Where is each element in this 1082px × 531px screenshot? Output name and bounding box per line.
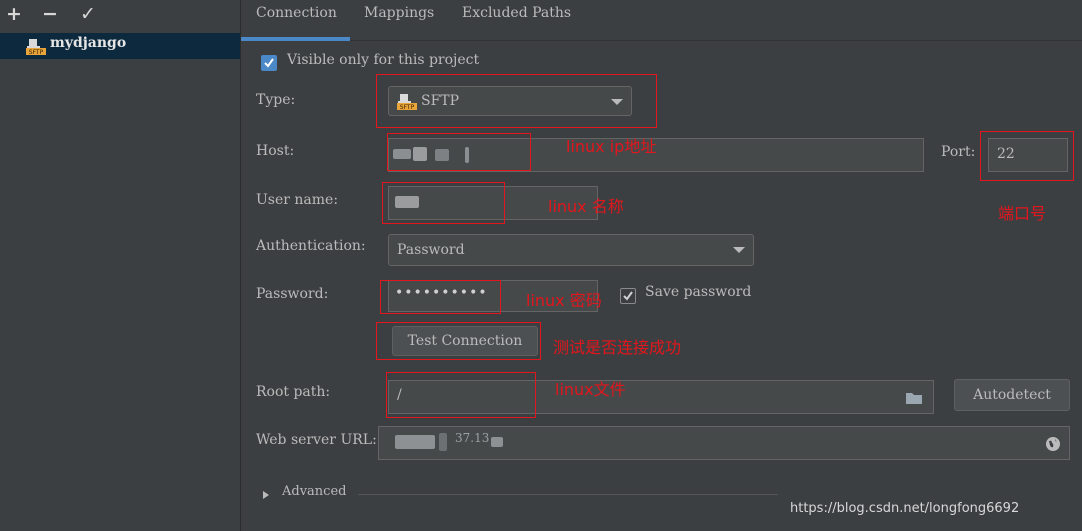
- port-input[interactable]: 22: [988, 138, 1068, 172]
- tab-mappings[interactable]: Mappings: [364, 5, 434, 35]
- blurred-url-part: [439, 433, 447, 451]
- port-label: Port:: [941, 144, 976, 160]
- annotation-port: 端口号: [998, 204, 1047, 223]
- type-value: SFTP: [421, 93, 460, 109]
- visible-only-checkbox[interactable]: [261, 55, 277, 71]
- authentication-value: Password: [397, 242, 465, 258]
- host-label: Host:: [256, 143, 295, 159]
- expand-arrow-icon[interactable]: [262, 490, 270, 500]
- advanced-divider: [358, 494, 778, 495]
- apply-button[interactable]: ✓: [76, 2, 100, 26]
- remove-server-button[interactable]: −: [38, 2, 62, 26]
- annotation-host: linux ip地址: [566, 137, 657, 156]
- svg-text:SFTP: SFTP: [29, 49, 44, 55]
- server-toolbar: + − ✓: [0, 0, 240, 30]
- svg-text:SFTP: SFTP: [400, 104, 415, 110]
- chevron-down-icon: [733, 247, 745, 253]
- root-path-label: Root path:: [256, 384, 331, 400]
- password-value: ••••••••••: [395, 285, 488, 301]
- add-server-button[interactable]: +: [2, 2, 26, 26]
- test-connection-button[interactable]: Test Connection: [392, 326, 538, 356]
- blurred-url-part: [491, 437, 503, 447]
- advanced-section-toggle[interactable]: Advanced: [282, 484, 346, 499]
- autodetect-button[interactable]: Autodetect: [954, 379, 1070, 411]
- save-password-checkbox[interactable]: [620, 288, 636, 304]
- watermark: https://blog.csdn.net/longfong6692: [790, 501, 1020, 516]
- blurred-host-part: [413, 147, 427, 161]
- chevron-down-icon: [611, 99, 623, 105]
- globe-icon[interactable]: [1045, 436, 1061, 452]
- blurred-host-part: [465, 147, 469, 163]
- authentication-combobox[interactable]: Password: [388, 234, 754, 266]
- blurred-url: [395, 435, 435, 449]
- annotation-username: linux 名称: [548, 197, 624, 216]
- root-path-value: /: [397, 387, 402, 403]
- save-password-label: Save password: [645, 284, 752, 300]
- web-server-url-input[interactable]: 37.13: [378, 426, 1070, 460]
- annotation-password: linux 密码: [526, 291, 602, 310]
- url-fragment: 37.13: [455, 431, 490, 445]
- visible-only-label: Visible only for this project: [287, 52, 480, 68]
- checkmark-icon: [264, 58, 274, 68]
- checkmark-icon: [623, 291, 633, 301]
- server-list-panel: [0, 0, 241, 531]
- server-name: mydjango: [50, 35, 127, 51]
- blurred-host: [393, 149, 411, 159]
- sftp-icon: SFTP: [397, 94, 417, 110]
- web-server-url-label: Web server URL:: [256, 432, 377, 448]
- active-tab-indicator: [241, 37, 350, 41]
- type-combobox[interactable]: SFTP SFTP: [388, 86, 632, 116]
- type-label: Type:: [256, 92, 296, 108]
- username-label: User name:: [256, 192, 339, 208]
- tab-excluded-paths[interactable]: Excluded Paths: [462, 5, 571, 35]
- folder-icon[interactable]: [905, 391, 923, 405]
- annotation-test: 测试是否连接成功: [553, 338, 682, 357]
- sftp-server-icon: SFTP: [26, 39, 46, 55]
- authentication-label: Authentication:: [256, 238, 366, 254]
- tab-connection[interactable]: Connection: [256, 5, 337, 35]
- blurred-username: [395, 196, 419, 208]
- root-path-input[interactable]: /: [388, 380, 934, 414]
- password-label: Password:: [256, 286, 329, 302]
- annotation-root: linux文件: [555, 380, 626, 399]
- blurred-host-part: [435, 149, 449, 161]
- port-value: 22: [997, 146, 1015, 162]
